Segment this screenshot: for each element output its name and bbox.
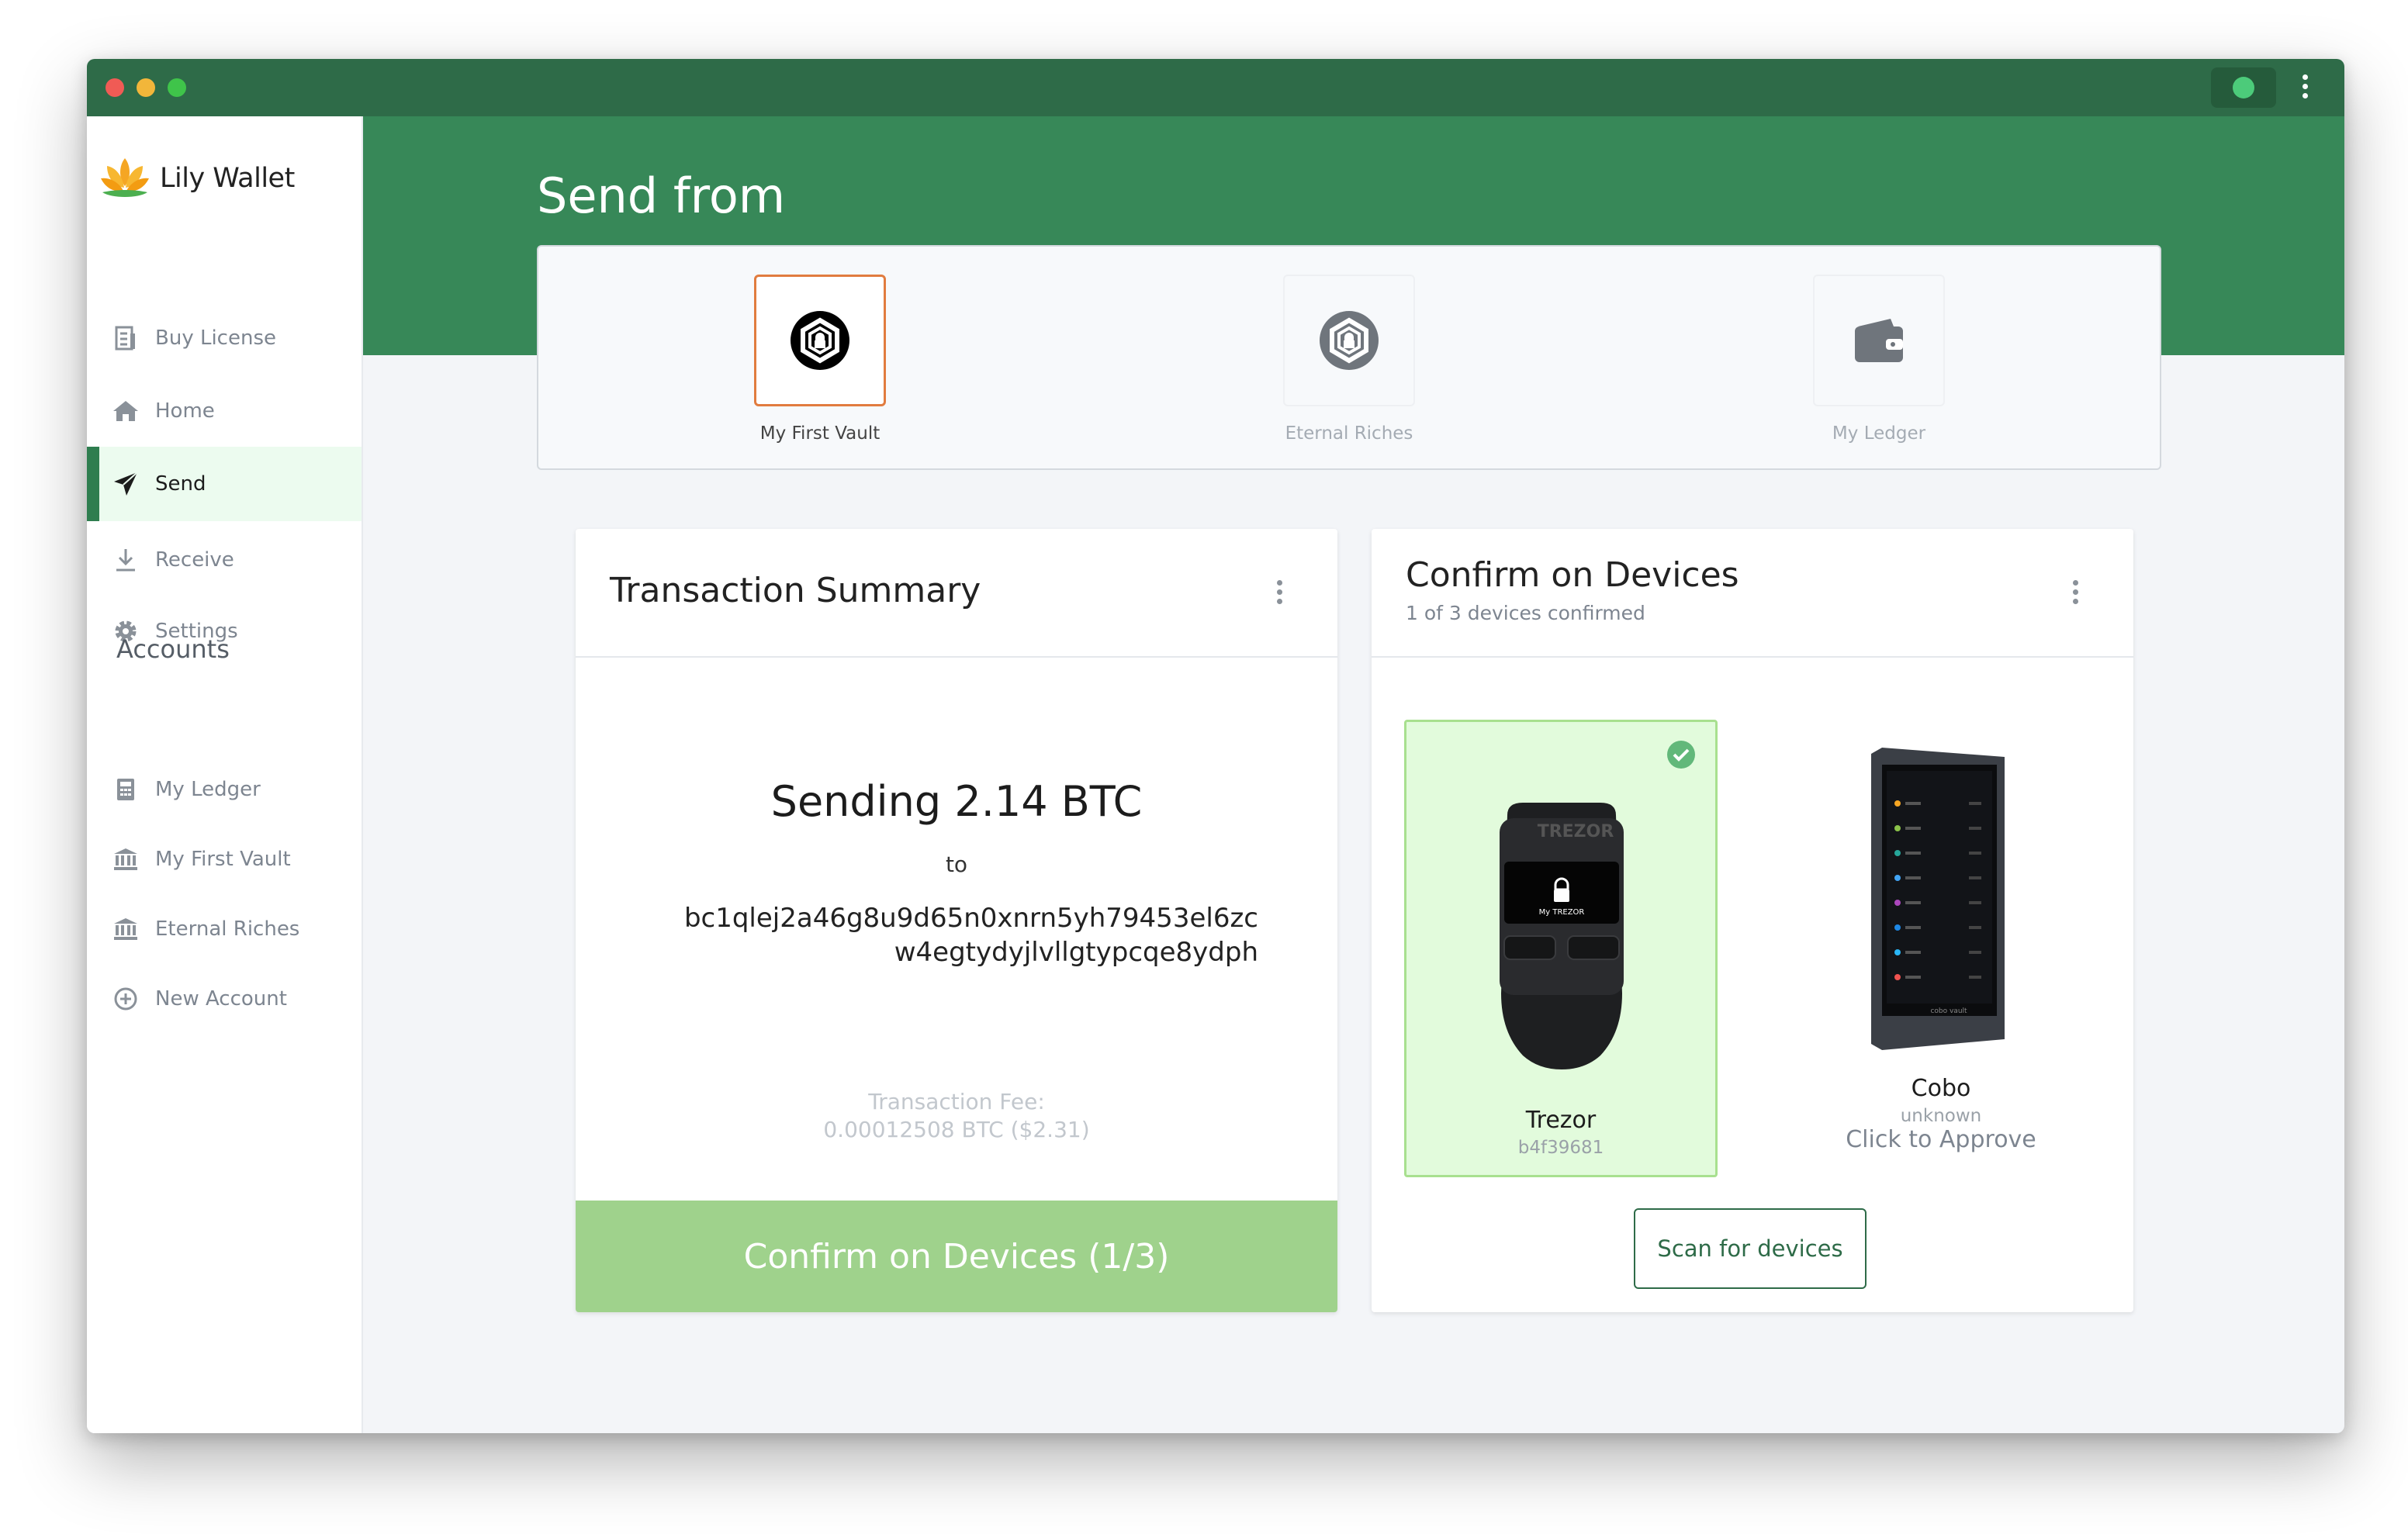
home-icon (112, 397, 140, 425)
account-option-box[interactable] (754, 275, 886, 406)
confirm-on-devices-button[interactable]: Confirm on Devices (1/3) (576, 1201, 1337, 1312)
to-label: to (945, 852, 968, 877)
app-name: Lily Wallet (160, 163, 295, 194)
device-fingerprint: unknown (1900, 1106, 1982, 1126)
device-brand-label: cobo vault (1930, 1007, 1967, 1015)
device-name: Cobo (1911, 1075, 1971, 1102)
sidebar-item-label: My First Vault (155, 848, 291, 871)
app-window: Send from Lily Wallet Buy License Home S… (87, 59, 2344, 1433)
sidebar-item-new-account[interactable]: New Account (87, 962, 362, 1036)
sidebar-item-label: Receive (155, 548, 234, 572)
device-name: Trezor (1525, 1107, 1597, 1134)
lily-logo-icon (101, 158, 149, 197)
send-icon (112, 470, 140, 498)
check-icon (1667, 741, 1695, 769)
panel-title: Confirm on Devices (1406, 555, 1739, 595)
account-option-label: My First Vault (759, 423, 881, 444)
more-options-icon[interactable] (2073, 580, 2079, 608)
sidebar: Lily Wallet Buy License Home Send Receiv (87, 116, 363, 1433)
device-card-trezor[interactable]: My TREZOR TREZOR Trezor b4f39681 (1404, 720, 1718, 1177)
document-icon (112, 324, 140, 352)
device-brand-label: TREZOR (1538, 822, 1614, 841)
sidebar-item-buy-license[interactable]: Buy License (87, 301, 362, 375)
download-icon (112, 546, 140, 574)
wallet-icon (1855, 319, 1903, 362)
account-option-my-ledger[interactable]: My Ledger (1813, 275, 1945, 444)
bank-icon (112, 915, 140, 943)
recipient-address: bc1qlej2a46g8u9d65n0xnrn5yh79453el6zcw4e… (683, 903, 1258, 968)
device-card-cobo[interactable]: cobo vault Cobo unknown Click to Approve (1784, 720, 2098, 1177)
panel-header: Transaction Summary (576, 529, 1337, 658)
bank-icon (112, 845, 140, 873)
connection-status-button[interactable] (2211, 67, 2276, 108)
device-fingerprint: b4f39681 (1517, 1138, 1604, 1158)
vault-icon (791, 311, 849, 370)
close-window-button[interactable] (106, 78, 124, 97)
sidebar-item-receive[interactable]: Receive (87, 523, 362, 597)
sidebar-item-home[interactable]: Home (87, 374, 362, 448)
account-selector: My First Vault Eternal Riches My Ledger (537, 245, 2161, 470)
fee-label: Transaction Fee: (868, 1089, 1045, 1114)
minimize-window-button[interactable] (137, 78, 155, 97)
account-option-label: Eternal Riches (1285, 423, 1413, 444)
click-to-approve-link[interactable]: Click to Approve (1784, 1126, 2098, 1153)
calculator-icon (112, 776, 140, 803)
accounts-heading: Accounts (116, 634, 230, 664)
vault-icon (1320, 311, 1379, 370)
transaction-summary-panel: Transaction Summary Sending 2.14 BTC to … (576, 529, 1337, 1312)
account-option-label: My Ledger (1832, 423, 1926, 444)
sidebar-item-label: Buy License (155, 326, 276, 350)
sidebar-item-label: New Account (155, 987, 287, 1011)
sidebar-item-label: Send (155, 472, 206, 496)
trezor-device-icon: My TREZOR TREZOR (1500, 803, 1624, 1069)
sidebar-item-my-first-vault[interactable]: My First Vault (87, 822, 362, 897)
app-logo[interactable]: Lily Wallet (99, 155, 295, 202)
title-bar (87, 59, 2344, 116)
window-menu-icon[interactable] (2302, 74, 2309, 102)
account-option-my-first-vault[interactable]: My First Vault (754, 275, 886, 444)
confirm-devices-panel: Confirm on Devices 1 of 3 devices confir… (1372, 529, 2133, 1312)
sending-amount: Sending 2.14 BTC (770, 777, 1143, 826)
panel-subtitle: 1 of 3 devices confirmed (1406, 602, 1645, 624)
sidebar-item-label: Home (155, 399, 215, 423)
panel-header: Confirm on Devices 1 of 3 devices confir… (1372, 529, 2133, 658)
maximize-window-button[interactable] (168, 78, 186, 97)
plus-circle-icon (112, 985, 140, 1013)
sidebar-item-label: My Ledger (155, 778, 261, 801)
more-options-icon[interactable] (1277, 580, 1283, 608)
panel-title: Transaction Summary (610, 571, 981, 610)
device-screen-label: My TREZOR (1539, 908, 1585, 917)
scan-for-devices-button[interactable]: Scan for devices (1634, 1208, 1867, 1289)
account-option-box[interactable] (1813, 275, 1945, 406)
sidebar-item-send[interactable]: Send (87, 447, 362, 521)
cobo-device-icon: cobo vault (1871, 748, 2005, 1050)
sidebar-item-my-ledger[interactable]: My Ledger (87, 752, 362, 827)
account-option-box[interactable] (1283, 275, 1415, 406)
fee-value: 0.00012508 BTC ($2.31) (823, 1117, 1090, 1142)
status-dot-icon (2233, 77, 2254, 98)
sidebar-item-label: Eternal Riches (155, 917, 300, 941)
page-title: Send from (537, 168, 786, 224)
sidebar-item-eternal-riches[interactable]: Eternal Riches (87, 892, 362, 966)
account-option-eternal-riches[interactable]: Eternal Riches (1283, 275, 1415, 444)
